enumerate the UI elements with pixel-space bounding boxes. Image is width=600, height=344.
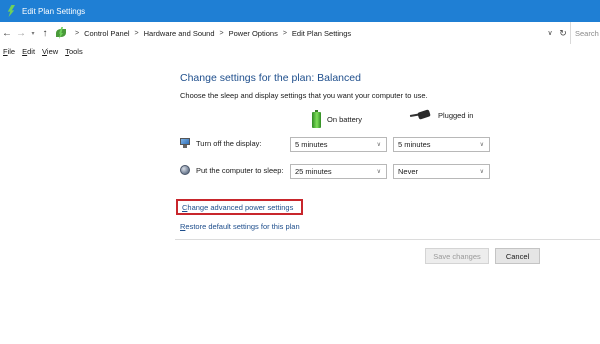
setting-row-sleep: Put the computer to sleep:: [180, 165, 300, 175]
divider: [175, 239, 600, 240]
change-advanced-power-settings-link[interactable]: Change advanced power settings: [176, 199, 303, 215]
refresh-icon[interactable]: ↻: [556, 28, 570, 39]
breadcrumb-power-options[interactable]: Power Options: [229, 29, 278, 38]
page-title: Change settings for the plan: Balanced: [180, 72, 361, 84]
save-changes-button[interactable]: Save changes: [425, 248, 489, 264]
column-label-plugged-in: Plugged in: [438, 110, 474, 120]
chevron-down-icon: ∨: [376, 169, 381, 175]
menu-edit[interactable]: Edit: [22, 47, 35, 56]
cancel-button[interactable]: Cancel: [495, 248, 540, 264]
sleep-on-battery-select[interactable]: 25 minutes ∨: [290, 164, 387, 179]
monitor-icon: [180, 138, 190, 148]
select-value: 25 minutes: [295, 167, 332, 176]
page-subtitle: Choose the sleep and display settings th…: [180, 91, 428, 100]
forward-arrow-icon[interactable]: →: [14, 28, 28, 39]
breadcrumb-separator-icon[interactable]: >: [283, 30, 287, 37]
menu-file[interactable]: File: [3, 47, 15, 56]
setting-label-sleep: Put the computer to sleep:: [196, 165, 284, 175]
breadcrumb: > Control Panel > Hardware and Sound > P…: [70, 29, 351, 38]
recent-locations-chevron-icon[interactable]: ▾: [28, 30, 38, 37]
sleep-moon-icon: [180, 165, 190, 175]
breadcrumb-separator-icon[interactable]: >: [75, 30, 79, 37]
power-plug-icon: [409, 109, 432, 120]
title-bar: Edit Plan Settings: [0, 0, 600, 22]
breadcrumb-hardware-and-sound[interactable]: Hardware and Sound: [144, 29, 215, 38]
address-history-chevron-icon[interactable]: ∨: [544, 29, 556, 37]
setting-label-turn-off-display: Turn off the display:: [196, 138, 262, 148]
breadcrumb-control-panel[interactable]: Control Panel: [84, 29, 129, 38]
power-options-app-icon: [6, 5, 16, 17]
column-header-on-battery: On battery: [312, 110, 362, 128]
power-options-location-icon: [55, 27, 67, 39]
restore-default-settings-link[interactable]: Restore default settings for this plan: [180, 222, 300, 231]
chevron-down-icon: ∨: [479, 142, 484, 148]
sleep-plugged-in-select[interactable]: Never ∨: [393, 164, 490, 179]
breadcrumb-separator-icon[interactable]: >: [220, 30, 224, 37]
chevron-down-icon: ∨: [479, 169, 484, 175]
select-value: 5 minutes: [295, 140, 328, 149]
address-bar-controls: ∨ ↻ Search: [544, 22, 600, 44]
up-arrow-icon[interactable]: ↑: [38, 28, 52, 39]
setting-row-turn-off-display: Turn off the display:: [180, 138, 300, 148]
window-title: Edit Plan Settings: [22, 6, 86, 16]
column-label-on-battery: On battery: [327, 114, 363, 124]
battery-icon: [312, 110, 321, 128]
chevron-down-icon: ∨: [376, 142, 381, 148]
select-value: 5 minutes: [398, 140, 431, 149]
display-off-on-battery-select[interactable]: 5 minutes ∨: [290, 137, 387, 152]
display-off-plugged-in-select[interactable]: 5 minutes ∨: [393, 137, 490, 152]
address-bar: ← → ▾ ↑ > Control Panel > Hardware and S…: [0, 22, 600, 44]
menu-view[interactable]: View: [42, 47, 58, 56]
search-input[interactable]: Search: [570, 22, 600, 44]
breadcrumb-edit-plan-settings[interactable]: Edit Plan Settings: [292, 29, 351, 38]
column-header-plugged-in: Plugged in: [409, 109, 474, 120]
menu-bar: File Edit View Tools: [0, 44, 600, 58]
select-value: Never: [398, 167, 419, 176]
breadcrumb-separator-icon[interactable]: >: [135, 30, 139, 37]
back-arrow-icon[interactable]: ←: [0, 28, 14, 39]
menu-tools[interactable]: Tools: [65, 47, 83, 56]
